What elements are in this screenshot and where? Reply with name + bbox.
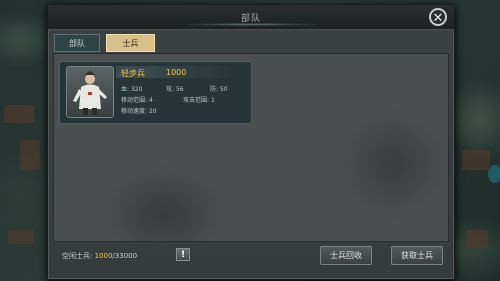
stat-hp-label: 血: [121,86,130,93]
stat-attack-range-label: 攻击范围: [183,97,210,104]
close-button[interactable]: ✕ [429,8,447,26]
close-icon: ✕ [432,11,444,26]
stat-attack-range: 攻击范围: 1 [183,95,215,104]
map-building [462,150,490,170]
stat-move-speed: 移动速度: 20 [121,106,157,115]
map-building [4,105,34,123]
stat-hp: 血: 320 [121,84,142,93]
stat-move-range: 移动范围: 4 [121,95,153,104]
idle-soldiers-current: 1000 [94,252,113,260]
soldier-figure-icon [73,71,107,115]
stat-def: 防: 50 [210,84,228,93]
exclamation-icon: ! [180,250,186,260]
info-button[interactable]: ! [176,248,190,261]
stat-move-range-label: 移动范围: [121,97,148,104]
stat-atk: 攻: 56 [166,84,184,93]
stat-move-speed-value: 20 [148,108,157,115]
recycle-soldiers-button[interactable]: 士兵回收 [320,246,372,265]
stat-attack-range-value: 1 [210,97,215,104]
map-orb [488,165,500,183]
tab-soldiers[interactable]: 士兵 [106,34,155,52]
soldier-name: 轻步兵 [121,69,145,78]
title-glow [178,23,324,26]
idle-soldiers-label: 空闲士兵: [62,252,93,260]
tab-units[interactable]: 部队 [54,34,100,52]
soldier-portrait [66,66,114,118]
stat-atk-label: 攻: [166,86,175,93]
stat-def-label: 防: [210,86,219,93]
map-building [8,230,34,244]
get-soldiers-button[interactable]: 获取士兵 [391,246,443,265]
stat-hp-value: 320 [130,86,143,93]
soldier-power: 1000 [166,68,187,77]
stat-def-value: 50 [219,86,228,93]
idle-soldiers: 空闲士兵: 1000/33000 [62,251,137,261]
stat-move-range-value: 4 [148,97,153,104]
idle-soldiers-total: /33000 [112,252,138,260]
stat-atk-value: 56 [175,86,184,93]
map-building [20,140,40,170]
stat-move-speed-label: 移动速度: [121,108,148,115]
map-building [466,230,488,248]
dialog-titlebar: 部队 [48,5,454,30]
